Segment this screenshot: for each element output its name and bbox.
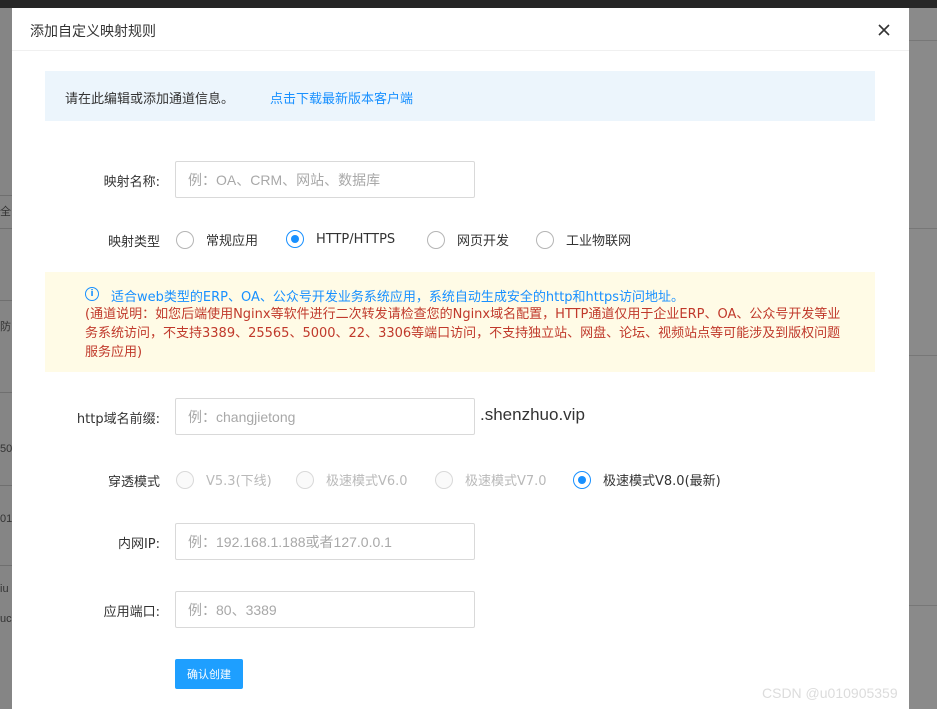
mode-radio-v80[interactable]: 极速模式V8.0(最新)	[573, 470, 721, 489]
close-button[interactable]	[874, 20, 894, 40]
backdrop-text: uc	[0, 613, 12, 625]
watermark: CSDN @u010905359	[762, 685, 898, 701]
dialog-title: 添加自定义映射规则	[30, 24, 156, 40]
internal-ip-label: 内网IP:	[117, 537, 160, 552]
internal-ip-input[interactable]	[175, 523, 475, 560]
radio-label: 极速模式V6.0	[326, 474, 408, 489]
backdrop-line	[0, 300, 12, 301]
backdrop-text: 全	[0, 206, 11, 218]
type-radio-http[interactable]: HTTP/HTTPS	[286, 230, 395, 248]
backdrop-line	[0, 392, 12, 393]
backdrop-line	[909, 228, 937, 229]
backdrop-text: 50	[0, 443, 13, 455]
http-notice-box: i 适合web类型的ERP、OA、公众号开发业务系统应用，系统自动生成安全的ht…	[45, 272, 875, 372]
mapping-name-label: 映射名称:	[103, 175, 160, 190]
radio-label: 工业物联网	[566, 234, 632, 249]
mapping-type-label: 映射类型	[107, 235, 160, 250]
backdrop-text: 01	[0, 513, 13, 525]
radio-circle	[176, 470, 194, 489]
notice-detail-text: (通道说明：如您后端使用Nginx等软件进行二次转发请检查您的Nginx域名配置…	[85, 307, 841, 360]
type-radio-web-dev[interactable]: 网页开发	[427, 230, 509, 249]
backdrop-line	[0, 565, 12, 566]
domain-suffix: .shenzhuo.vip	[480, 405, 585, 424]
backdrop-line	[0, 485, 12, 486]
radio-circle	[536, 230, 554, 249]
app-port-input[interactable]	[175, 591, 475, 628]
dialog-header: 添加自定义映射规则	[12, 8, 909, 51]
backdrop-right-strip	[909, 8, 937, 709]
domain-prefix-label: http域名前缀:	[76, 412, 160, 427]
radio-label: 极速模式V7.0	[465, 474, 547, 489]
backdrop-topbar	[0, 0, 937, 8]
close-icon	[878, 24, 890, 36]
download-client-link[interactable]: 点击下载最新版本客户端	[270, 88, 413, 107]
radio-circle	[427, 230, 445, 249]
backdrop-text: iu	[0, 583, 9, 595]
backdrop-line	[909, 355, 937, 356]
mode-radio-v60[interactable]: 极速模式V6.0	[296, 470, 408, 489]
radio-label: 极速模式V8.0(最新)	[603, 474, 721, 489]
radio-circle	[435, 470, 453, 489]
mapping-name-input[interactable]	[175, 161, 475, 198]
notice-main-text: 适合web类型的ERP、OA、公众号开发业务系统应用，系统自动生成安全的http…	[111, 290, 685, 305]
info-icon: i	[85, 287, 99, 301]
add-mapping-dialog: 添加自定义映射规则 请在此编辑或添加通道信息。 点击下载最新版本客户端 映射名称…	[12, 8, 909, 709]
info-banner: 请在此编辑或添加通道信息。 点击下载最新版本客户端	[45, 71, 875, 121]
radio-circle	[286, 230, 304, 248]
type-radio-regular[interactable]: 常规应用	[176, 230, 258, 249]
type-radio-iot[interactable]: 工业物联网	[536, 230, 631, 249]
radio-label: 常规应用	[206, 234, 259, 249]
domain-prefix-input[interactable]	[175, 398, 475, 435]
radio-circle	[176, 230, 194, 249]
info-banner-text: 请在此编辑或添加通道信息。	[65, 92, 235, 107]
confirm-create-button[interactable]: 确认创建	[175, 659, 243, 689]
radio-circle	[296, 470, 314, 489]
backdrop-line	[0, 228, 12, 229]
radio-label: 网页开发	[457, 234, 510, 249]
app-port-label: 应用端口:	[103, 605, 160, 620]
mode-radio-v53[interactable]: V5.3(下线)	[176, 470, 272, 489]
radio-label: V5.3(下线)	[206, 474, 272, 489]
radio-label: HTTP/HTTPS	[316, 231, 396, 247]
mode-radio-v70[interactable]: 极速模式V7.0	[435, 470, 547, 489]
backdrop-line	[0, 195, 12, 196]
backdrop-text: 防	[0, 321, 11, 333]
tunnel-mode-label: 穿透模式	[107, 475, 160, 490]
backdrop-line	[909, 605, 937, 606]
backdrop-line	[909, 40, 937, 41]
radio-circle	[573, 470, 591, 489]
